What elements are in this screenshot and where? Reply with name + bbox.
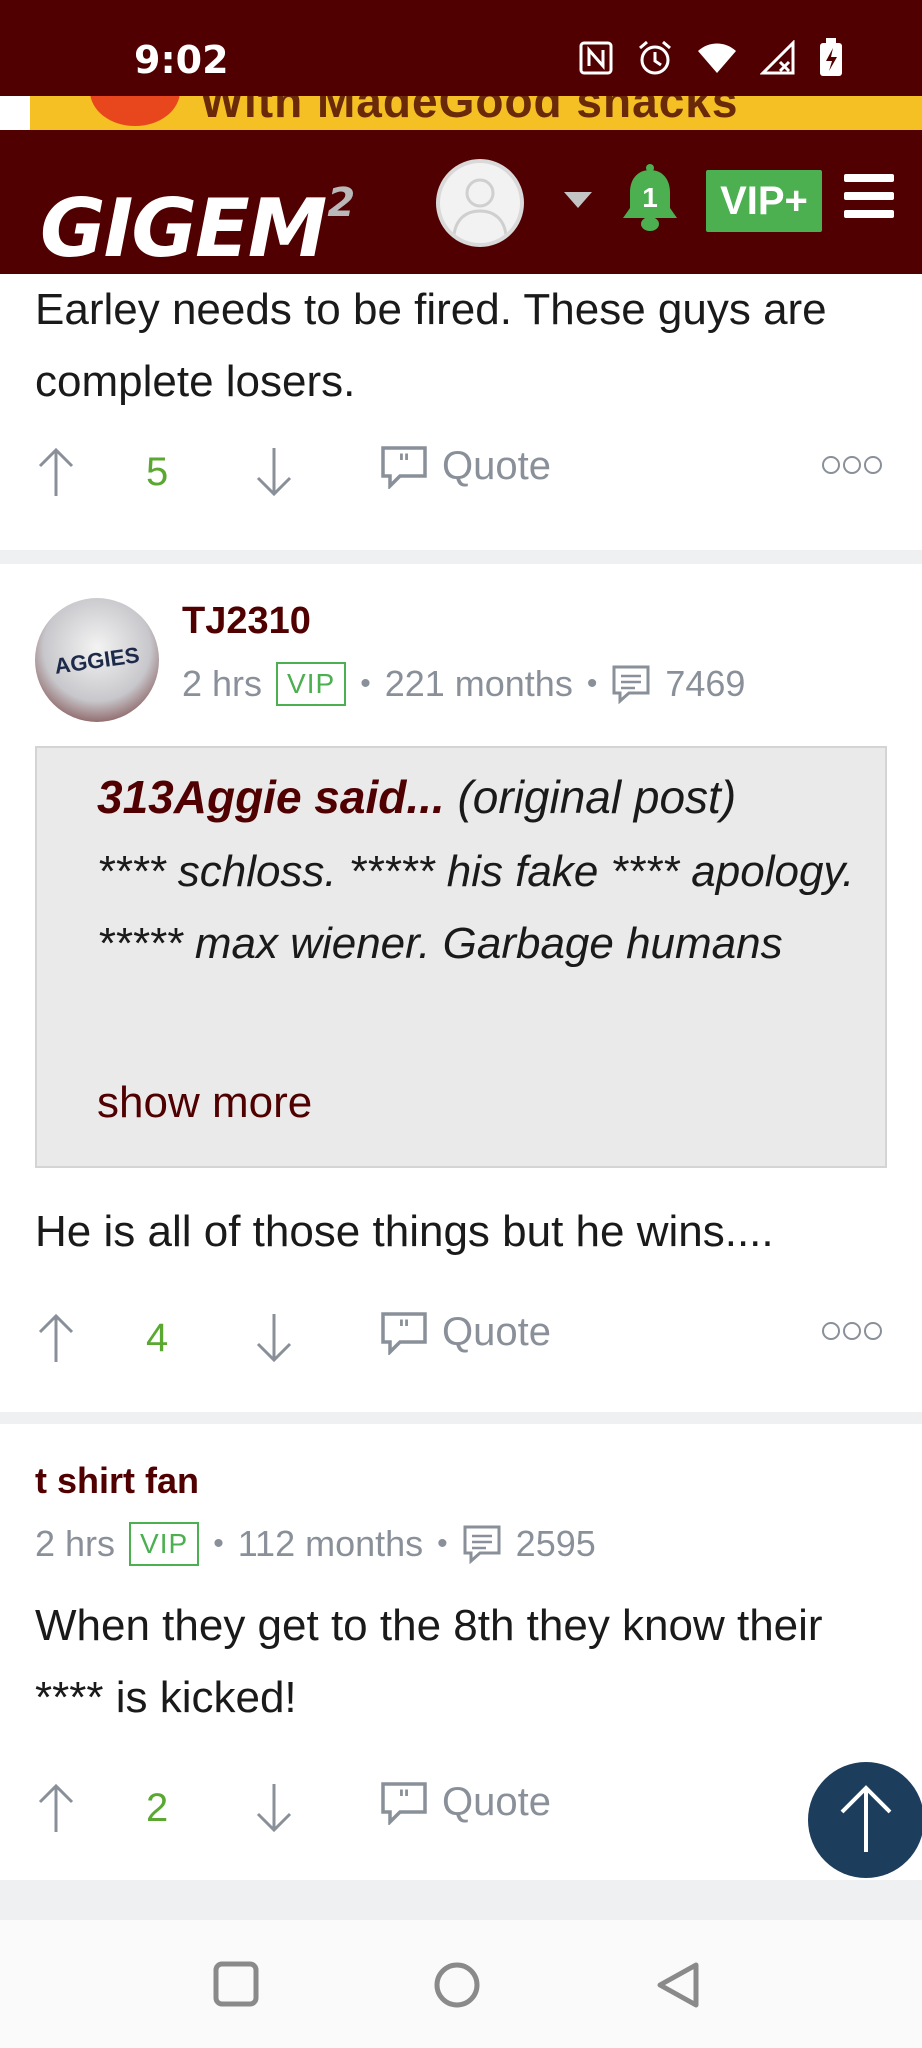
quote-label: Quote — [442, 1310, 551, 1354]
back-icon[interactable] — [654, 1960, 704, 2010]
separator: • — [586, 667, 598, 700]
home-icon[interactable] — [432, 1960, 482, 2010]
quoted-source: (original post) — [457, 771, 737, 823]
member-tenure: 221 months — [384, 663, 573, 704]
ad-banner[interactable]: With MadeGood snacks — [0, 96, 922, 130]
post-time: 2 hrs — [182, 663, 263, 704]
post-count: 7469 — [665, 663, 746, 704]
post-meta: 2 hrs VIP • 112 months • 2595 — [35, 1522, 596, 1566]
member-tenure: 112 months — [237, 1523, 424, 1564]
post-time: 2 hrs — [35, 1523, 116, 1564]
post-actions: 2 " Quote — [0, 1780, 922, 1840]
post-card: t shirt fan 2 hrs VIP • 112 months • 259… — [0, 1424, 922, 1880]
ad-banner-content[interactable]: With MadeGood snacks — [30, 96, 922, 130]
post-username[interactable]: t shirt fan — [35, 1460, 199, 1502]
post-count-icon — [612, 665, 650, 704]
upvote-arrow-icon[interactable] — [34, 444, 78, 500]
post-card: AGGIES TJ2310 2 hrs VIP • 221 months • 7… — [0, 564, 922, 1412]
svg-text:": " — [398, 1315, 411, 1343]
notification-count: 1 — [642, 182, 658, 213]
more-options-icon[interactable] — [822, 1322, 882, 1340]
quoted-text: **** schloss. ***** his fake **** apolog… — [97, 847, 855, 968]
quote-button[interactable]: " Quote — [380, 444, 551, 489]
notification-bell-icon[interactable]: 1 — [618, 162, 682, 236]
ad-text: With MadeGood snacks — [200, 96, 739, 127]
svg-text:": " — [398, 449, 411, 477]
quoted-author-name: 313Aggie said... — [97, 771, 445, 823]
logo-text: GIGEM — [40, 182, 327, 275]
site-header: GIGEM2 1 VIP+ — [0, 130, 922, 275]
status-icons — [578, 38, 844, 83]
quoted-author[interactable]: 313Aggie said... (original post) — [97, 770, 736, 824]
vip-badge: VIP — [129, 1522, 200, 1566]
vote-count: 5 — [146, 450, 169, 494]
post-meta: 2 hrs VIP • 221 months • 7469 — [182, 662, 745, 706]
arrow-up-icon — [840, 1785, 892, 1852]
post-body: Earley needs to be fired. These guys are… — [35, 285, 827, 406]
hamburger-menu-icon[interactable] — [844, 174, 894, 220]
site-logo[interactable]: GIGEM2 — [40, 148, 355, 284]
quoted-post: 313Aggie said... (original post) **** sc… — [35, 746, 887, 1168]
downvote-arrow-icon[interactable] — [252, 1310, 296, 1366]
quote-button[interactable]: " Quote — [380, 1310, 551, 1355]
quote-label: Quote — [442, 444, 551, 488]
downvote-arrow-icon[interactable] — [252, 1780, 296, 1836]
post-card: Earley needs to be fired. These guys are… — [0, 274, 922, 550]
post-body: When they get to the 8th they know their… — [35, 1601, 823, 1722]
quote-icon: " — [381, 1781, 427, 1825]
status-time: 9:02 — [134, 38, 229, 82]
user-icon — [452, 178, 508, 236]
system-navigation-bar — [0, 1920, 922, 2048]
post-actions: 4 " Quote — [0, 1310, 922, 1370]
vote-count: 2 — [146, 1786, 169, 1830]
nfc-icon — [578, 40, 614, 81]
logo-superscript: 2 — [327, 180, 355, 226]
quote-label: Quote — [442, 1780, 551, 1824]
svg-text:": " — [398, 1785, 411, 1813]
post-count: 2595 — [515, 1523, 596, 1564]
vip-plus-button[interactable]: VIP+ — [706, 170, 822, 232]
upvote-arrow-icon[interactable] — [34, 1780, 78, 1836]
status-bar: 9:02 — [0, 0, 922, 100]
quote-icon: " — [381, 445, 427, 489]
show-more-link[interactable]: show more — [97, 1078, 312, 1128]
alarm-icon — [636, 39, 674, 82]
post-username[interactable]: TJ2310 — [182, 600, 311, 643]
quote-button[interactable]: " Quote — [380, 1780, 551, 1825]
downvote-arrow-icon[interactable] — [252, 444, 296, 500]
separator: • — [213, 1527, 224, 1560]
vote-count: 4 — [146, 1316, 169, 1360]
post-count-icon — [463, 1525, 501, 1564]
more-options-icon[interactable] — [822, 456, 882, 474]
separator: • — [360, 667, 371, 700]
user-avatar[interactable] — [436, 159, 524, 247]
post-actions: 5 " Quote — [0, 444, 922, 504]
wifi-icon — [696, 41, 738, 80]
vip-badge: VIP — [276, 662, 347, 706]
scroll-to-top-button[interactable] — [808, 1762, 922, 1878]
post-body: He is all of those things but he wins...… — [35, 1207, 774, 1256]
battery-charging-icon — [818, 38, 844, 83]
separator: • — [437, 1527, 448, 1560]
recent-apps-icon[interactable] — [212, 1960, 260, 2008]
ad-logo — [90, 96, 180, 126]
upvote-arrow-icon[interactable] — [34, 1310, 78, 1366]
no-signal-icon — [759, 39, 796, 81]
chevron-down-icon[interactable] — [564, 192, 592, 208]
poster-avatar[interactable]: AGGIES — [35, 598, 159, 722]
quote-icon: " — [381, 1311, 427, 1355]
